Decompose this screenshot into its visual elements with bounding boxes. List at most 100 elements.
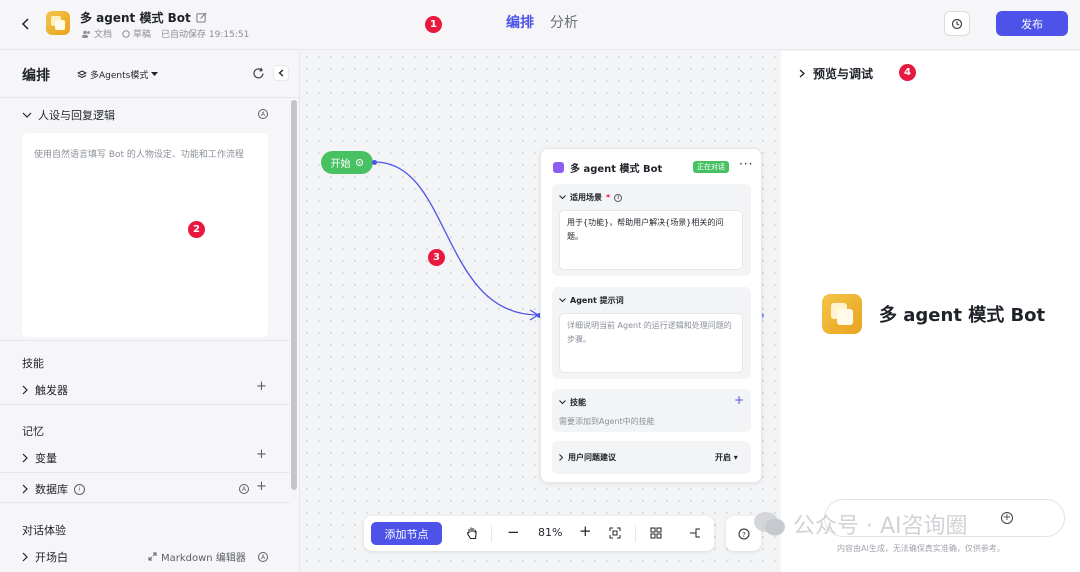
scene-title: 适用场景 (570, 193, 602, 202)
add-variable-icon[interactable]: + (256, 447, 267, 462)
divider (0, 502, 290, 503)
opener-label: 开场白 (35, 551, 68, 564)
bot-title: 多 agent 模式 Bot (80, 11, 191, 25)
top-bar: 多 agent 模式 Bot 文档 草稿 已自动保存 19:15:51 编排 分… (0, 0, 1080, 50)
database-row[interactable]: 数据库 i (22, 481, 85, 497)
wechat-icon (754, 512, 785, 536)
grid-layout-icon[interactable] (650, 527, 662, 539)
skills-title-row[interactable]: 技能 (559, 397, 586, 408)
markdown-editor-label: Markdown 编辑器 (161, 553, 246, 564)
required-mark: * (606, 193, 611, 202)
suggest-title-row: 用户问题建议 (559, 452, 616, 463)
variables-row[interactable]: 变量 (22, 450, 57, 466)
chevron-right-icon (559, 454, 564, 461)
left-panel-header: 编排 多Agents模式 (0, 51, 299, 98)
more-icon[interactable]: ··· (739, 157, 753, 171)
watermark-text: 公众号 · AI咨询圈 (793, 514, 968, 539)
markdown-editor-link[interactable]: Markdown 编辑器 (148, 549, 246, 564)
mode-label: 多Agents模式 (90, 71, 149, 81)
annotation-badge: 2 (188, 221, 205, 238)
suggest-card[interactable]: 用户问题建议 开启 ▾ (552, 441, 751, 474)
history-icon (951, 18, 963, 29)
ai-optimize-icon[interactable]: A (258, 109, 268, 119)
layers-icon (77, 69, 87, 78)
start-node[interactable]: 开始 (321, 151, 373, 174)
dialog-heading: 对话体验 (22, 524, 66, 537)
add-node-button[interactable]: 添加节点 (371, 522, 442, 545)
users-icon (82, 30, 90, 38)
scene-input[interactable]: 用于{功能}，帮助用户解决{场景}相关的问题。 (559, 210, 743, 270)
watermark: 公众号 · AI咨询圈 (753, 508, 968, 540)
skills-card: 技能 + 需要添加到Agent中的技能 (552, 389, 751, 432)
ai-optimize-icon[interactable]: A (258, 552, 268, 562)
bot-title-row: 多 agent 模式 Bot (80, 9, 207, 26)
refresh-icon[interactable] (252, 67, 265, 80)
database-label: 数据库 (35, 483, 68, 496)
persona-editor[interactable]: 使用自然语言填写 Bot 的人物设定、功能和工作流程 (22, 133, 268, 337)
agent-title: 多 agent 模式 Bot (570, 164, 663, 175)
workflow-canvas[interactable]: 开始 3 多 agent 模式 Bot 正在对话 ··· 适用场景 * i 用于… (301, 51, 780, 572)
chevron-left-icon (278, 69, 284, 77)
prompt-title-row[interactable]: Agent 提示词 (559, 295, 624, 306)
skills-title: 技能 (570, 398, 586, 407)
start-output-port[interactable] (372, 160, 377, 165)
prompt-input[interactable]: 详细说明当前 Agent 的运行逻辑和处理问题的步骤。 (559, 313, 743, 373)
variables-label: 变量 (35, 452, 57, 465)
fit-view-icon[interactable] (609, 527, 621, 539)
ai-disclaimer: 内容由AI生成，无法确保真实准确，仅供参考。 (837, 544, 1005, 553)
history-button[interactable] (944, 11, 970, 36)
info-icon[interactable]: i (74, 483, 85, 495)
agent-node[interactable]: 多 agent 模式 Bot 正在对话 ··· 适用场景 * i 用于{功能}，… (540, 148, 762, 483)
add-skill-icon[interactable]: + (734, 393, 744, 407)
toolbar-divider (635, 525, 636, 542)
mode-select[interactable]: 多Agents模式 (77, 68, 159, 81)
tab-arrange[interactable]: 编排 (506, 12, 534, 32)
info-icon[interactable]: i (614, 193, 623, 202)
bot-logo (46, 11, 70, 35)
zoom-in-icon[interactable]: + (579, 522, 592, 540)
publish-button[interactable]: 发布 (996, 11, 1068, 36)
add-trigger-icon[interactable]: + (256, 379, 267, 394)
add-database-icon[interactable]: + (256, 479, 267, 494)
suggest-toggle[interactable]: 开启 ▾ (715, 452, 738, 463)
bot-meta: 文档 草稿 已自动保存 19:15:51 (82, 27, 249, 40)
ai-optimize-icon[interactable]: A (239, 484, 249, 494)
chevron-right-icon (22, 385, 28, 395)
help-icon: ? (738, 528, 749, 539)
divider (0, 472, 290, 473)
back-button[interactable] (16, 14, 36, 34)
persona-section-toggle[interactable]: 人设与回复逻辑 (22, 107, 115, 123)
toolbar-divider (491, 525, 492, 542)
draft-icon (122, 29, 130, 38)
divider (0, 340, 290, 341)
tab-analyze[interactable]: 分析 (550, 12, 578, 32)
left-panel: 编排 多Agents模式 人设与回复逻辑 A 使用自然语言填写 Bot 的人物设… (0, 51, 300, 572)
trigger-label: 触发器 (35, 384, 68, 397)
suggest-title: 用户问题建议 (568, 453, 616, 462)
annotation-badge: 3 (428, 249, 445, 266)
hand-icon[interactable] (466, 526, 479, 540)
skills-heading: 技能 (22, 357, 44, 370)
gear-icon (355, 159, 363, 166)
scene-title-row[interactable]: 适用场景 * i (559, 192, 623, 203)
chevron-down-icon (22, 112, 32, 118)
collapse-panel-button[interactable] (273, 65, 289, 81)
chevron-down-icon (559, 298, 566, 303)
zoom-out-icon[interactable]: − (507, 523, 520, 541)
chevron-down-icon (559, 400, 566, 405)
add-attachment-icon[interactable]: + (1001, 512, 1013, 524)
zoom-level[interactable]: 81% (538, 526, 562, 539)
meta-doc: 文档 (82, 27, 112, 40)
connector-style-icon[interactable] (689, 527, 701, 539)
preview-header[interactable]: 预览与调试 (799, 65, 873, 82)
annotation-badge: 4 (899, 64, 916, 81)
divider (0, 404, 290, 405)
opener-row[interactable]: 开场白 (22, 549, 68, 565)
preview-title: 预览与调试 (813, 67, 874, 81)
chevron-right-icon (22, 484, 28, 494)
edit-icon[interactable] (196, 12, 207, 23)
svg-text:?: ? (742, 531, 746, 539)
trigger-row[interactable]: 触发器 (22, 382, 68, 398)
status-badge: 正在对话 (693, 161, 729, 173)
scrollbar[interactable] (291, 100, 297, 490)
